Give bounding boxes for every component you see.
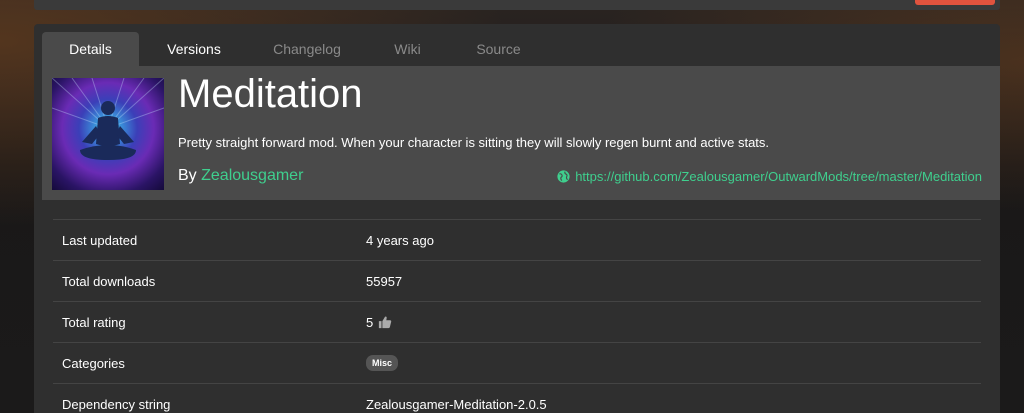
mod-panel: Details Versions Changelog Wiki Source M… <box>34 24 1000 413</box>
details-table: Last updated 4 years ago Total downloads… <box>53 219 981 413</box>
detail-row-categories: Categories Misc <box>53 342 981 383</box>
detail-value: 5 <box>366 314 374 330</box>
tab-source[interactable]: Source <box>450 32 547 66</box>
detail-value: 55957 <box>366 273 403 289</box>
repo-url: https://github.com/Zealousgamer/OutwardM… <box>575 169 982 184</box>
author-link[interactable]: Zealousgamer <box>201 167 303 184</box>
tab-changelog[interactable]: Changelog <box>249 32 365 66</box>
detail-value: 4 years ago <box>366 232 434 248</box>
detail-row-total-rating: Total rating 5 <box>53 301 981 342</box>
globe-icon <box>557 170 570 183</box>
rating-value-wrap: 5 <box>366 315 392 330</box>
thumbs-up-icon[interactable] <box>378 315 392 329</box>
top-bar <box>34 0 1000 10</box>
repo-link[interactable]: https://github.com/Zealousgamer/OutwardM… <box>557 169 982 184</box>
mod-icon <box>52 78 164 190</box>
detail-value: Zealousgamer-Meditation-2.0.5 <box>366 396 547 412</box>
detail-label: Total rating <box>62 314 126 330</box>
tab-wiki[interactable]: Wiki <box>365 32 450 66</box>
mod-description: Pretty straight forward mod. When your c… <box>178 135 770 150</box>
detail-label: Categories <box>62 355 125 371</box>
tab-bar: Details Versions Changelog Wiki Source <box>42 32 547 66</box>
detail-label: Dependency string <box>62 396 171 412</box>
categories-wrap: Misc <box>366 355 399 371</box>
mod-header: Meditation Pretty straight forward mod. … <box>42 66 1000 200</box>
category-badge[interactable]: Misc <box>366 355 399 371</box>
detail-row-last-updated: Last updated 4 years ago <box>53 219 981 260</box>
mod-title: Meditation <box>178 72 363 116</box>
detail-row-dependency-string: Dependency string Zealousgamer-Meditatio… <box>53 383 981 413</box>
detail-label: Last updated <box>62 232 138 248</box>
by-label: By <box>178 167 197 184</box>
tab-details[interactable]: Details <box>42 32 139 66</box>
detail-label: Total downloads <box>62 273 156 289</box>
byline: By Zealousgamer <box>178 167 303 185</box>
top-action-button[interactable] <box>915 0 995 5</box>
detail-row-total-downloads: Total downloads 55957 <box>53 260 981 301</box>
tab-versions[interactable]: Versions <box>139 32 249 66</box>
